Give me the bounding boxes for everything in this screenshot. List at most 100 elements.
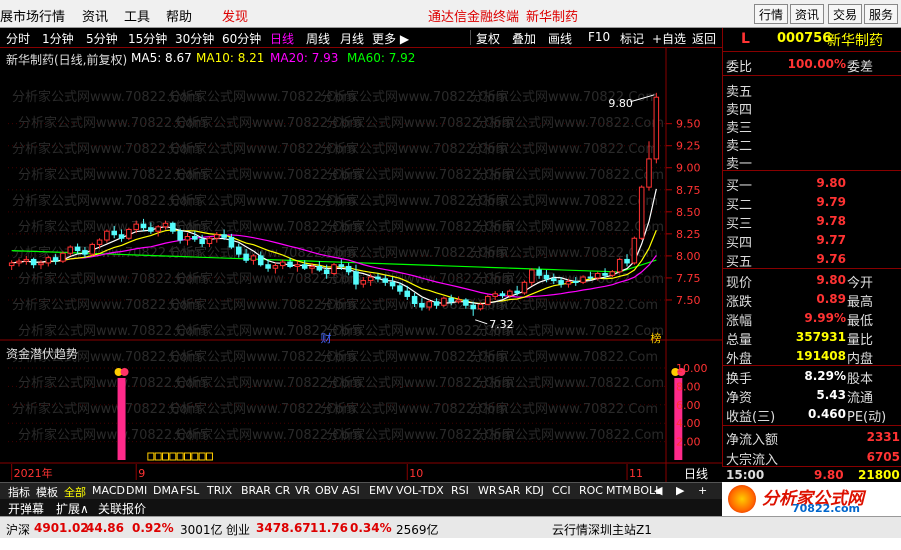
candle[interactable]: [96, 239, 103, 245]
candle[interactable]: [558, 280, 564, 285]
candle[interactable]: [155, 226, 161, 232]
candle[interactable]: [82, 250, 88, 255]
indicator-tab-macd[interactable]: MACD: [92, 484, 125, 497]
related-quote-button[interactable]: 关联报价: [98, 500, 146, 517]
candle[interactable]: [118, 234, 125, 239]
candle[interactable]: [323, 269, 330, 275]
candle[interactable]: [250, 255, 257, 261]
candle[interactable]: [133, 223, 139, 230]
indicator-tab-brar[interactable]: BRAR: [241, 484, 271, 497]
candle[interactable]: [294, 264, 301, 267]
candle[interactable]: [192, 235, 198, 240]
candle[interactable]: [587, 276, 594, 279]
buy-level-row[interactable]: 买三 9.78: [723, 212, 901, 232]
indicator-tab-sar[interactable]: SAR: [498, 484, 520, 497]
candle[interactable]: [455, 299, 462, 303]
candle[interactable]: [404, 290, 411, 297]
event-label[interactable]: 榜: [650, 331, 661, 345]
candle[interactable]: [419, 302, 425, 308]
candle[interactable]: [331, 264, 337, 275]
candle[interactable]: [572, 280, 579, 283]
candle[interactable]: [602, 273, 608, 276]
candle[interactable]: [74, 246, 81, 252]
candle[interactable]: [360, 280, 367, 285]
indicator-tab-cci[interactable]: CCI: [552, 484, 571, 497]
candle[interactable]: [382, 278, 389, 283]
candle[interactable]: [104, 230, 110, 241]
candle[interactable]: [126, 228, 132, 239]
candle[interactable]: [367, 276, 374, 282]
candle[interactable]: [199, 238, 205, 245]
candle[interactable]: [529, 269, 535, 283]
candle[interactable]: [470, 304, 476, 310]
candle[interactable]: [507, 290, 513, 297]
candle[interactable]: [89, 243, 96, 255]
candle[interactable]: [8, 262, 15, 267]
candle[interactable]: [397, 285, 403, 292]
candle[interactable]: [38, 262, 44, 266]
candle[interactable]: [272, 265, 279, 269]
indicator-tab-obv[interactable]: OBV: [315, 484, 338, 497]
candle[interactable]: [184, 235, 191, 241]
candle[interactable]: [521, 281, 528, 294]
candle[interactable]: [309, 265, 315, 269]
candle[interactable]: [162, 222, 169, 228]
candle[interactable]: [609, 271, 616, 276]
candle[interactable]: [492, 293, 498, 297]
candle[interactable]: [45, 257, 52, 264]
indicator-tab-fsl[interactable]: FSL: [180, 484, 199, 497]
candle[interactable]: [624, 258, 630, 264]
candle[interactable]: [23, 258, 30, 262]
candle[interactable]: [594, 273, 601, 279]
candle[interactable]: [653, 96, 660, 160]
candle[interactable]: [60, 252, 66, 262]
candle[interactable]: [411, 295, 418, 304]
indicator-tab-kdj[interactable]: KDJ: [525, 484, 544, 497]
candle[interactable]: [177, 230, 183, 241]
news-button[interactable]: 资讯: [790, 4, 825, 24]
service-button[interactable]: 服务: [864, 4, 899, 24]
candle[interactable]: [631, 237, 638, 264]
candle[interactable]: [67, 246, 74, 254]
candle[interactable]: [140, 223, 147, 229]
candle[interactable]: [52, 257, 59, 262]
candle[interactable]: [338, 264, 345, 267]
sell-level-row[interactable]: 卖一: [723, 152, 901, 172]
candle[interactable]: [353, 271, 359, 285]
indicator-tab-trix[interactable]: TRIX: [207, 484, 232, 497]
candle[interactable]: [345, 265, 352, 273]
candle[interactable]: [638, 186, 645, 239]
event-label[interactable]: 财: [321, 331, 332, 345]
indicator-tab-rsi[interactable]: RSI: [451, 484, 469, 497]
candle[interactable]: [243, 253, 249, 261]
candle[interactable]: [426, 301, 433, 308]
quote-button[interactable]: 行情: [754, 4, 789, 24]
tab-add-icon[interactable]: +: [698, 484, 707, 497]
candle[interactable]: [448, 297, 454, 303]
candle[interactable]: [214, 234, 220, 239]
server-status[interactable]: 云行情深圳主站Z1: [552, 521, 652, 538]
candle[interactable]: [221, 234, 227, 238]
candle[interactable]: [279, 261, 286, 267]
indicator-tab-[interactable]: 全部: [64, 484, 86, 500]
indicator-tab-emv[interactable]: EMV: [369, 484, 393, 497]
expand-button[interactable]: 扩展∧: [56, 500, 89, 517]
candle[interactable]: [477, 303, 484, 310]
indicator-tab-[interactable]: 模板: [36, 484, 58, 500]
candle[interactable]: [433, 301, 440, 306]
buy-level-row[interactable]: 买二 9.79: [723, 193, 901, 213]
candle[interactable]: [485, 295, 491, 305]
indicator-tab-dma[interactable]: DMA: [153, 484, 179, 497]
buy-level-row[interactable]: 买五 9.76: [723, 250, 901, 270]
sell-level-row[interactable]: 卖五: [723, 80, 901, 100]
candle[interactable]: [111, 230, 117, 236]
candle[interactable]: [206, 237, 213, 245]
candle[interactable]: [257, 255, 264, 266]
trade-button[interactable]: 交易: [828, 4, 863, 24]
candle[interactable]: [30, 258, 37, 266]
candle[interactable]: [228, 236, 235, 248]
candle[interactable]: [235, 246, 242, 255]
tab-next-icon[interactable]: ▶: [676, 484, 684, 497]
indicator-tab-roc[interactable]: ROC: [579, 484, 603, 497]
indicator-tab-dmi[interactable]: DMI: [126, 484, 147, 497]
